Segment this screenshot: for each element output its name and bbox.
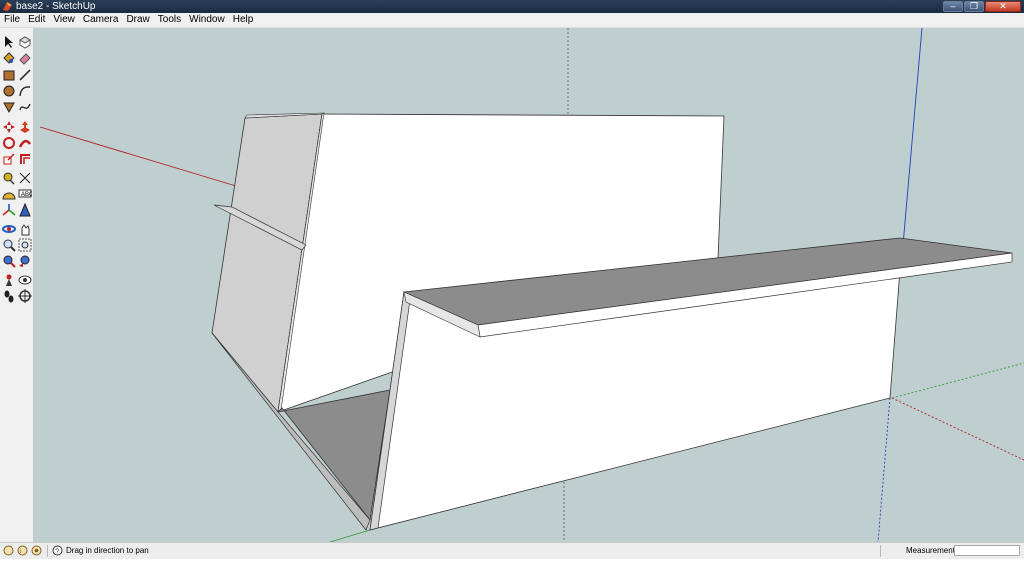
line-icon[interactable] [18,68,32,82]
rotate-icon[interactable] [2,136,16,150]
zoom-extents-icon[interactable] [2,254,16,268]
select-icon[interactable] [2,35,16,49]
menu-edit[interactable]: Edit [24,13,49,27]
menu-camera[interactable]: Camera [79,13,123,27]
instructor-help-icon[interactable]: ? [52,545,63,556]
protractor-icon[interactable] [2,187,16,201]
paint-bucket-icon[interactable] [2,51,16,65]
menu-help[interactable]: Help [229,13,258,27]
look-around-icon[interactable] [18,273,32,287]
move-icon[interactable] [2,120,16,134]
scale-icon[interactable] [2,152,16,166]
modeling-viewport[interactable] [34,28,1024,542]
sketchup-app-icon[interactable] [2,1,13,12]
pan-icon[interactable] [18,222,32,236]
floor-panel [276,389,391,521]
blue-axis [902,28,923,246]
red-axis-hidden [891,397,1024,461]
eraser-icon[interactable] [18,51,32,65]
menu-tools[interactable]: Tools [154,13,185,27]
menu-file[interactable]: File [0,13,24,27]
zoom-window-icon[interactable] [18,238,32,252]
3d-text-icon[interactable] [18,203,32,217]
geo-location-icon[interactable] [3,545,14,556]
restore-button[interactable]: ❐ [964,1,984,12]
status-separator [47,545,48,557]
title-bar: base2 - SketchUp – ❐ ✕ [0,0,1024,13]
offset-icon[interactable] [18,152,32,166]
follow-me-icon[interactable] [18,136,32,150]
orbit-icon[interactable] [2,222,16,236]
scene-canvas[interactable] [34,28,1024,542]
menu-bar: File Edit View Camera Draw Tools Window … [0,13,1024,28]
menu-window[interactable]: Window [185,13,229,27]
status-bar: i ? Drag in direction to pan Measurement… [0,542,1024,559]
measurements-input[interactable] [954,545,1020,556]
measurements-label: Measurements [906,546,959,555]
polygon-icon[interactable] [2,100,16,114]
zoom-icon[interactable] [2,238,16,252]
close-button[interactable]: ✕ [985,1,1021,12]
rectangle-icon[interactable] [2,68,16,82]
blue-axis-hidden [877,397,891,542]
push-pull-icon[interactable] [18,120,32,134]
circle-icon[interactable] [2,84,16,98]
section-plane-icon[interactable] [18,289,32,303]
green-axis-solid [329,529,371,542]
svg-text:ABC: ABC [21,192,32,198]
window-controls: – ❐ ✕ [943,1,1021,12]
make-component-icon[interactable] [18,35,32,49]
status-separator-right [880,545,881,557]
walk-icon[interactable] [2,289,16,303]
credits-icon[interactable]: i [17,545,28,556]
menu-draw[interactable]: Draw [122,13,153,27]
svg-text:?: ? [55,549,59,556]
axes-icon[interactable] [2,203,16,217]
tape-measure-icon[interactable] [2,171,16,185]
position-camera-icon[interactable] [2,273,16,287]
minimize-button[interactable]: – [943,1,963,12]
green-axis [891,362,1024,399]
window-title: base2 - SketchUp [16,1,96,12]
user-icon[interactable] [31,545,42,556]
bottom-strip [0,559,1024,576]
previous-view-icon[interactable] [18,254,32,268]
red-axis [39,126,237,187]
svg-text:i: i [20,549,21,555]
dimension-icon[interactable] [18,171,32,185]
arc-icon[interactable] [18,84,32,98]
tool-palette: ABC [0,28,34,542]
menu-view[interactable]: View [49,13,79,27]
text-icon[interactable]: ABC [18,187,32,201]
freehand-icon[interactable] [18,100,32,114]
status-hint: Drag in direction to pan [66,546,149,555]
